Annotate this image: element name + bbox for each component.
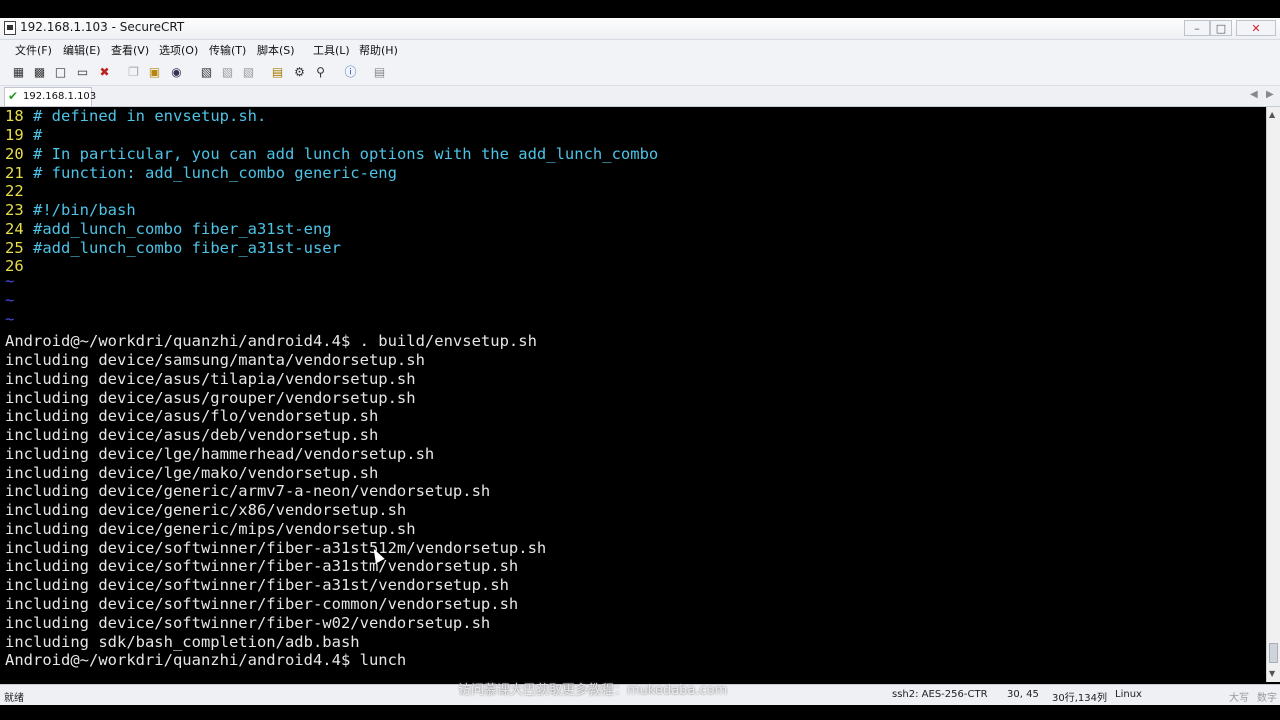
session-tab-bar: ✔ 192.168.1.103 ◀ ▶ xyxy=(0,86,1280,107)
paste-icon[interactable]: ▣ xyxy=(147,65,162,79)
vertical-scrollbar[interactable]: ▲ ▼ xyxy=(1266,107,1280,682)
connect-tab-icon[interactable]: □ xyxy=(53,65,68,79)
output-line: including device/lge/mako/vendorsetup.sh xyxy=(5,464,379,482)
menu-options[interactable]: 选项(O) xyxy=(159,42,198,58)
print-icon[interactable]: ▧ xyxy=(199,65,214,79)
print-selection-icon[interactable]: ▧ xyxy=(241,65,256,79)
tab-scroll-left-icon[interactable]: ◀ xyxy=(1250,89,1258,100)
session-options-icon[interactable]: ▤ xyxy=(270,65,285,79)
output-line: including device/generic/armv7-a-neon/ve… xyxy=(5,482,491,500)
prompt-line: Android@~/workdri/quanzhi/android4.4$ lu… xyxy=(5,651,407,669)
editor-line: 22 xyxy=(5,182,24,200)
output-line: including device/asus/tilapia/vendorsetu… xyxy=(5,370,416,388)
output-line: including device/softwinner/fiber-w02/ve… xyxy=(5,614,491,632)
editor-line: 18 # defined in envsetup.sh. xyxy=(5,107,267,125)
keymap-icon[interactable]: ⚲ xyxy=(313,65,328,79)
prompt-line: Android@~/workdri/quanzhi/android4.4$ . … xyxy=(5,332,537,350)
scroll-up-icon[interactable]: ▲ xyxy=(1269,110,1275,119)
output-line: including device/generic/x86/vendorsetup… xyxy=(5,501,407,519)
empty-line-marker: ~ xyxy=(5,291,15,309)
editor-line: 21 # function: add_lunch_combo generic-e… xyxy=(5,164,397,182)
terminal-screen[interactable]: 18 # defined in envsetup.sh. 19 # 20 # I… xyxy=(0,107,1266,682)
app-icon xyxy=(4,21,16,35)
close-button[interactable]: ✕ xyxy=(1236,20,1276,36)
copy-icon[interactable]: ❐ xyxy=(126,65,141,79)
output-line: including device/softwinner/fiber-a31st/… xyxy=(5,576,509,594)
toolbar: ▦ ▩ □ ▭ ✖ ❐ ▣ ◉ ▧ ▧ ▧ ▤ ⚙ ⚲ ⓘ ▤ xyxy=(0,60,1280,86)
output-line: including device/asus/deb/vendorsetup.sh xyxy=(5,426,379,444)
menu-view[interactable]: 查看(V) xyxy=(111,42,149,58)
output-line: including device/softwinner/fiber-a31stm… xyxy=(5,557,519,575)
quick-connect-icon[interactable]: ▩ xyxy=(32,65,47,79)
tab-scroll-right-icon[interactable]: ▶ xyxy=(1266,89,1274,100)
output-line: including device/samsung/manta/vendorset… xyxy=(5,351,425,369)
editor-line: 19 # xyxy=(5,126,43,144)
empty-line-marker: ~ xyxy=(5,272,15,290)
editor-line: 20 # In particular, you can add lunch op… xyxy=(5,145,659,163)
disconnect-icon[interactable]: ✖ xyxy=(97,65,112,79)
title-bar: 192.168.1.103 - SecureCRT – □ ✕ xyxy=(0,18,1280,40)
help-icon[interactable]: ⓘ xyxy=(343,65,358,79)
menu-help[interactable]: 帮助(H) xyxy=(359,42,398,58)
menu-tools[interactable]: 工具(L) xyxy=(313,42,350,58)
global-options-icon[interactable]: ⚙ xyxy=(292,65,307,79)
status-caps-lock: 大写 xyxy=(1229,693,1249,704)
scrollbar-thumb[interactable] xyxy=(1269,643,1278,663)
editor-line: 25 #add_lunch_combo fiber_a31st-user xyxy=(5,239,341,257)
watermark-text: 访问慕课大巴获取更多教程：mukedaba.com xyxy=(458,683,728,698)
output-line: including device/asus/grouper/vendorsetu… xyxy=(5,389,416,407)
maximize-button[interactable]: □ xyxy=(1210,20,1232,36)
output-line: including device/softwinner/fiber-a31st5… xyxy=(5,539,547,557)
status-terminal-size: 30行,134列 xyxy=(1052,693,1107,704)
output-line: including sdk/bash_completion/adb.bash xyxy=(5,633,360,651)
menu-script[interactable]: 脚本(S) xyxy=(257,42,295,58)
editor-line: 23 #!/bin/bash xyxy=(5,201,136,219)
lock-icon[interactable]: ▤ xyxy=(372,65,387,79)
status-cipher: ssh2: AES-256-CTR xyxy=(892,689,988,700)
output-line: including device/lge/hammerhead/vendorse… xyxy=(5,445,435,463)
status-cursor-position: 30, 45 xyxy=(1007,689,1039,700)
output-line: including device/generic/mips/vendorsetu… xyxy=(5,520,416,538)
session-tab-label: 192.168.1.103 xyxy=(23,91,97,102)
window-title: 192.168.1.103 - SecureCRT xyxy=(20,20,185,34)
empty-line-marker: ~ xyxy=(5,310,15,328)
status-num-lock: 数字 xyxy=(1257,693,1277,704)
output-line: including device/asus/flo/vendorsetup.sh xyxy=(5,407,379,425)
menu-transfer[interactable]: 传输(T) xyxy=(209,42,246,58)
connect-icon[interactable]: ▦ xyxy=(11,65,26,79)
reconnect-icon[interactable]: ▭ xyxy=(75,65,90,79)
status-os: Linux xyxy=(1115,689,1142,700)
editor-line: 24 #add_lunch_combo fiber_a31st-eng xyxy=(5,220,332,238)
output-line: including device/softwinner/fiber-common… xyxy=(5,595,519,613)
scroll-down-icon[interactable]: ▼ xyxy=(1269,669,1275,678)
session-tab[interactable]: ✔ 192.168.1.103 xyxy=(4,87,96,106)
connected-check-icon: ✔ xyxy=(8,89,19,103)
print-setup-icon[interactable]: ▧ xyxy=(220,65,235,79)
minimize-button[interactable]: – xyxy=(1184,20,1210,36)
menu-file[interactable]: 文件(F) xyxy=(15,42,52,58)
find-icon[interactable]: ◉ xyxy=(169,65,184,79)
status-ready: 就绪 xyxy=(4,693,24,704)
menu-bar: 文件(F) 编辑(E) 查看(V) 选项(O) 传输(T) 脚本(S) 工具(L… xyxy=(0,40,1280,60)
menu-edit[interactable]: 编辑(E) xyxy=(63,42,101,58)
